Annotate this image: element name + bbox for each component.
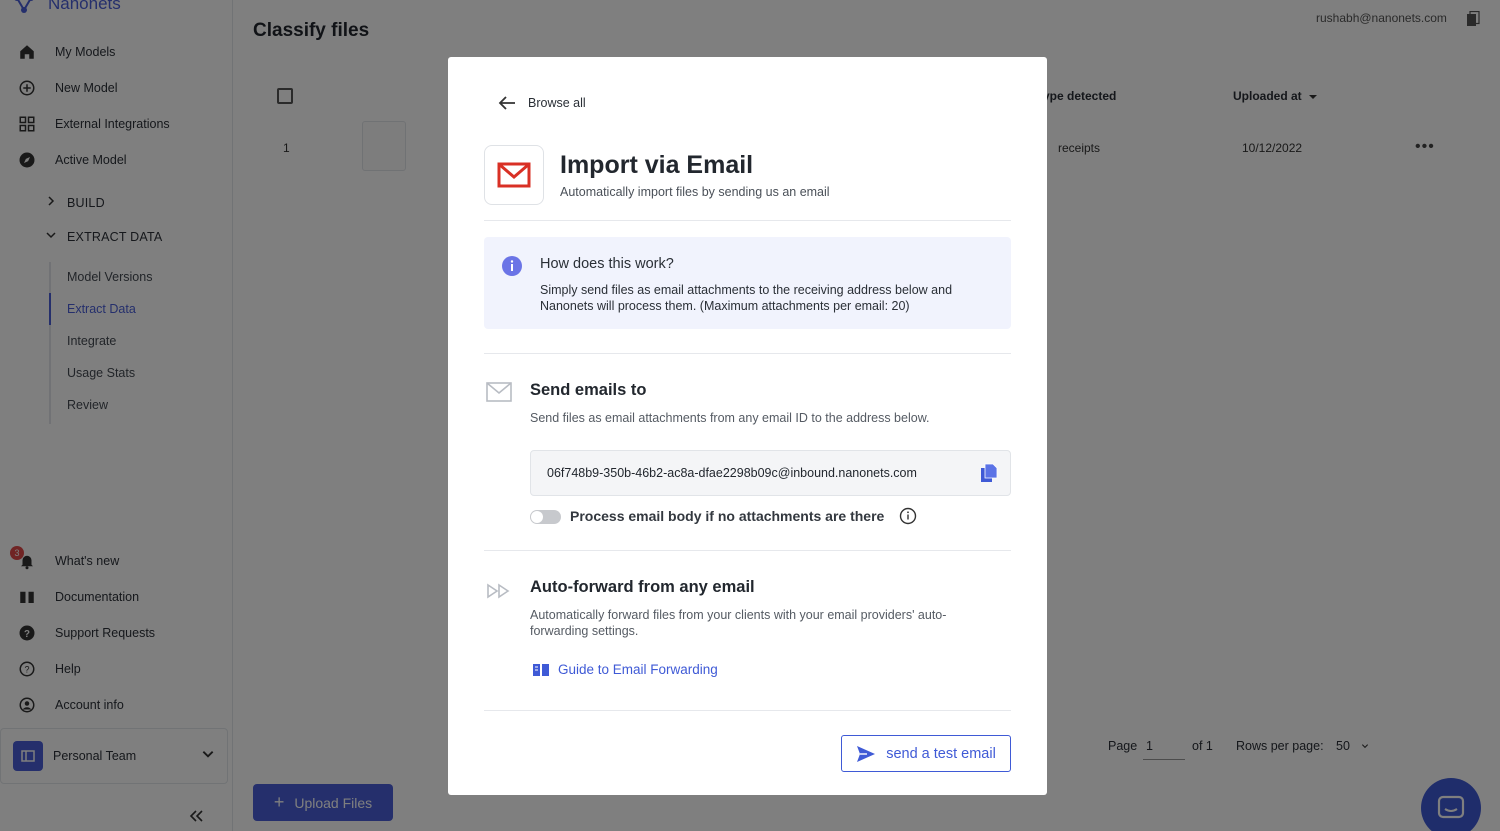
divider bbox=[484, 220, 1011, 221]
gmail-icon bbox=[484, 145, 544, 205]
auto-forward-description: Automatically forward files from your cl… bbox=[530, 608, 947, 638]
send-test-email-button[interactable]: send a test email bbox=[841, 735, 1011, 772]
arrow-left-icon bbox=[498, 96, 515, 110]
divider bbox=[484, 550, 1011, 551]
fast-forward-icon bbox=[486, 583, 512, 604]
send-icon bbox=[857, 745, 876, 762]
info-outline-icon[interactable] bbox=[899, 507, 917, 530]
process-email-body-label: Process email body if no attachments are… bbox=[570, 508, 885, 524]
envelope-icon bbox=[486, 382, 512, 407]
guide-link-label: Guide to Email Forwarding bbox=[558, 662, 718, 677]
info-body: Simply send files as email attachments t… bbox=[540, 283, 953, 313]
info-title: How does this work? bbox=[540, 256, 674, 272]
copy-icon[interactable] bbox=[980, 463, 998, 488]
send-emails-description: Send files as email attachments from any… bbox=[530, 411, 930, 425]
inbound-email-field[interactable]: 06f748b9-350b-46b2-ac8a-dfae2298b09c@inb… bbox=[530, 450, 1011, 496]
how-it-works-box: How does this work? Simply send files as… bbox=[484, 237, 1011, 329]
modal-subtitle: Automatically import files by sending us… bbox=[560, 185, 830, 199]
auto-forward-title: Auto-forward from any email bbox=[530, 578, 755, 596]
toggle-knob bbox=[531, 511, 543, 523]
modal-title: Import via Email bbox=[560, 151, 754, 179]
info-icon bbox=[501, 255, 523, 282]
back-label: Browse all bbox=[528, 96, 586, 110]
book-icon bbox=[533, 663, 549, 676]
divider bbox=[484, 353, 1011, 354]
process-email-body-toggle[interactable] bbox=[530, 510, 561, 524]
guide-email-forwarding-link[interactable]: Guide to Email Forwarding bbox=[532, 662, 718, 677]
import-via-email-modal: Browse all Import via Email Automaticall… bbox=[448, 57, 1047, 795]
browse-all-back-button[interactable]: Browse all bbox=[498, 95, 586, 111]
divider bbox=[484, 710, 1011, 711]
send-test-email-label: send a test email bbox=[886, 745, 996, 762]
send-emails-title: Send emails to bbox=[530, 381, 647, 399]
inbound-email-value: 06f748b9-350b-46b2-ac8a-dfae2298b09c@inb… bbox=[547, 466, 917, 480]
